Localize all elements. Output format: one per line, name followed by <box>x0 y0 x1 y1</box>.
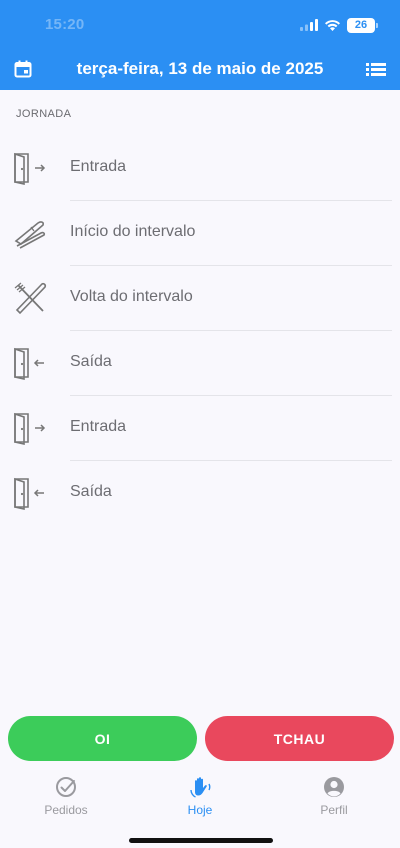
oi-button[interactable]: OI <box>8 716 197 761</box>
tab-label: Hoje <box>187 803 213 817</box>
tab-pedidos[interactable]: Pedidos <box>6 772 126 817</box>
tab-label: Pedidos <box>44 803 88 817</box>
status-bar: 15:20 26 <box>0 0 400 50</box>
section-label: JORNADA <box>16 108 72 120</box>
door-enter-icon <box>14 412 46 445</box>
check-circle-icon <box>56 777 76 797</box>
tab-perfil[interactable]: Perfil <box>274 772 394 817</box>
entry-label: Entrada <box>70 418 127 435</box>
battery-indicator: 26 <box>347 17 378 33</box>
entry-item[interactable]: Entrada <box>0 396 400 461</box>
status-icons: 26 <box>300 16 378 34</box>
entry-label: Início do intervalo <box>70 223 196 240</box>
entry-item[interactable]: Saída <box>0 461 400 526</box>
tab-bar: Pedidos Hoje Perfil <box>0 772 400 824</box>
entry-item[interactable]: Início do intervalo <box>0 201 400 266</box>
entry-label: Volta do intervalo <box>70 288 193 305</box>
tchau-button[interactable]: TCHAU <box>205 716 394 761</box>
title-row: terça-feira, 13 de maio de 2025 <box>0 50 400 88</box>
status-time: 15:20 <box>45 16 85 33</box>
user-circle-icon <box>324 777 344 797</box>
fork-knife-crossed-icon <box>14 282 47 315</box>
tab-hoje[interactable]: Hoje <box>140 772 260 817</box>
signal-icon <box>300 19 318 31</box>
hand-icon <box>190 777 211 798</box>
wifi-icon <box>325 20 340 31</box>
entry-item[interactable]: Saída <box>0 331 400 396</box>
entry-label: Saída <box>70 483 112 500</box>
tab-label: Perfil <box>320 803 348 817</box>
entry-list: Entrada Início do intervalo Volta do int… <box>0 136 400 526</box>
app-header: 15:20 26 terça-feira, 13 de maio de 2025 <box>0 0 400 90</box>
door-exit-icon <box>14 477 44 510</box>
entry-item[interactable]: Entrada <box>0 136 400 201</box>
fork-knife-icon <box>14 221 46 249</box>
home-indicator <box>129 838 273 843</box>
door-enter-icon <box>14 152 46 185</box>
list-icon[interactable] <box>366 60 386 78</box>
page-title: terça-feira, 13 de maio de 2025 <box>76 59 324 78</box>
entry-item[interactable]: Volta do intervalo <box>0 266 400 331</box>
entry-label: Saída <box>70 353 112 370</box>
entry-label: Entrada <box>70 158 127 175</box>
door-exit-icon <box>14 347 44 380</box>
